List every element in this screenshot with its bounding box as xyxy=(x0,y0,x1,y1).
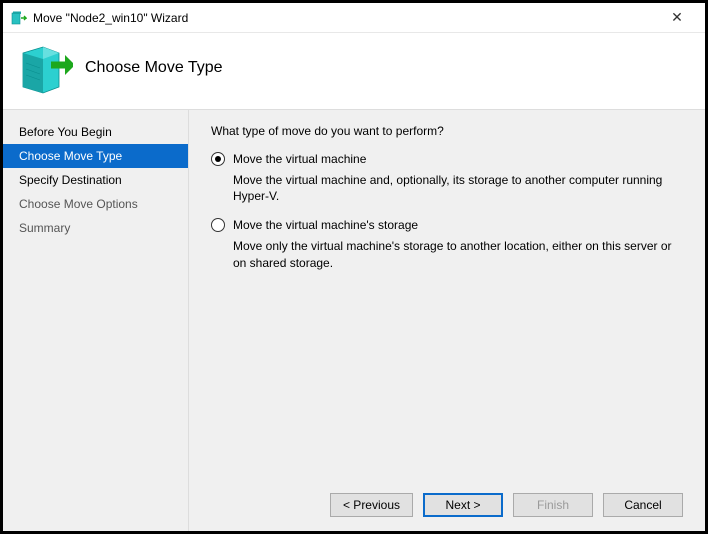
previous-button[interactable]: < Previous xyxy=(330,493,413,517)
radio-move-vm-desc: Move the virtual machine and, optionally… xyxy=(233,172,683,204)
wizard-body: Before You Begin Choose Move Type Specif… xyxy=(3,109,705,531)
page-heading: Choose Move Type xyxy=(85,59,223,77)
app-icon xyxy=(11,10,27,26)
titlebar: Move "Node2_win10" Wizard ✕ xyxy=(3,3,705,33)
step-sidebar: Before You Begin Choose Move Type Specif… xyxy=(3,110,188,531)
sidebar-item-specify-destination[interactable]: Specify Destination xyxy=(3,168,188,192)
banner-icon xyxy=(21,41,69,95)
footer-buttons: < Previous Next > Finish Cancel xyxy=(211,481,683,521)
close-button[interactable]: ✕ xyxy=(657,9,697,26)
radio-move-storage-desc: Move only the virtual machine's storage … xyxy=(233,238,683,270)
wizard-window: Move "Node2_win10" Wizard ✕ Choose Move … xyxy=(3,3,705,531)
header-banner: Choose Move Type xyxy=(3,33,705,109)
radio-move-vm[interactable] xyxy=(211,152,225,166)
prompt-text: What type of move do you want to perform… xyxy=(211,124,683,138)
finish-button: Finish xyxy=(513,493,593,517)
radio-move-storage[interactable] xyxy=(211,218,225,232)
window-title: Move "Node2_win10" Wizard xyxy=(33,11,657,25)
radio-move-vm-label[interactable]: Move the virtual machine xyxy=(233,152,366,166)
option-move-storage[interactable]: Move the virtual machine's storage xyxy=(211,218,683,232)
next-button[interactable]: Next > xyxy=(423,493,503,517)
sidebar-item-choose-move-type[interactable]: Choose Move Type xyxy=(3,144,188,168)
sidebar-item-before-you-begin[interactable]: Before You Begin xyxy=(3,120,188,144)
radio-move-storage-label[interactable]: Move the virtual machine's storage xyxy=(233,218,418,232)
sidebar-item-summary: Summary xyxy=(3,216,188,240)
option-move-vm[interactable]: Move the virtual machine xyxy=(211,152,683,166)
content-panel: What type of move do you want to perform… xyxy=(188,110,705,531)
sidebar-item-choose-move-options: Choose Move Options xyxy=(3,192,188,216)
cancel-button[interactable]: Cancel xyxy=(603,493,683,517)
